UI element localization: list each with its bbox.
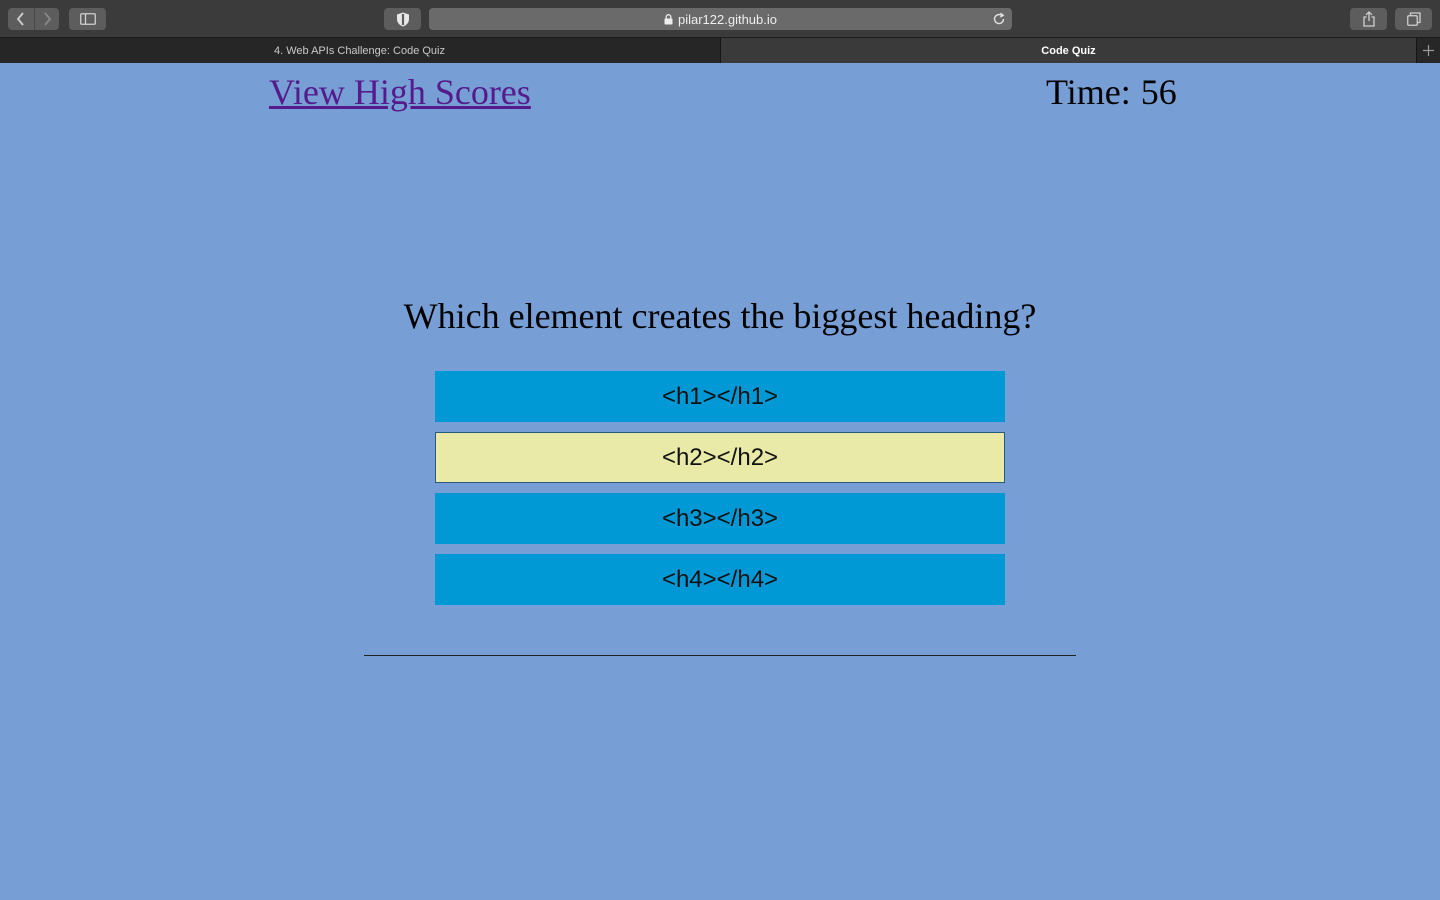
back-button[interactable] <box>8 8 34 30</box>
choice-button-3[interactable]: <h3></h3> <box>435 493 1005 544</box>
share-icon <box>1362 11 1375 27</box>
choice-button-1[interactable]: <h1></h1> <box>435 371 1005 422</box>
chevron-left-icon <box>16 12 24 26</box>
timer: Time: 56 <box>1046 71 1177 113</box>
choice-button-2[interactable]: <h2></h2> <box>435 432 1005 483</box>
tab-overview-icon <box>1406 12 1421 26</box>
lock-icon <box>664 13 673 24</box>
tab-web-apis-challenge[interactable]: 4. Web APIs Challenge: Code Quiz <box>0 38 719 63</box>
tab-label: Code Quiz <box>1041 44 1096 57</box>
timer-label: Time: <box>1046 72 1131 112</box>
share-button[interactable] <box>1350 8 1387 30</box>
tab-code-quiz[interactable]: Code Quiz <box>720 38 1416 63</box>
sidebar-icon <box>79 13 96 25</box>
quiz-page: View High Scores Time: 56 Which element c… <box>0 63 1440 900</box>
timer-value: 56 <box>1140 72 1177 112</box>
plus-icon <box>1423 45 1434 56</box>
sidebar-toggle-button[interactable] <box>69 8 106 30</box>
browser-toolbar: pilar122.github.io <box>0 0 1440 37</box>
forward-button[interactable] <box>34 8 59 30</box>
question-text: Which element creates the biggest headin… <box>403 296 1037 336</box>
tab-label: 4. Web APIs Challenge: Code Quiz <box>273 44 445 57</box>
choice-button-4[interactable]: <h4></h4> <box>435 554 1005 605</box>
tab-bar: 4. Web APIs Challenge: Code Quiz Code Qu… <box>0 37 1440 63</box>
reload-icon[interactable] <box>992 12 1006 26</box>
view-high-scores-link[interactable]: View High Scores <box>269 71 531 113</box>
tab-overview-button[interactable] <box>1395 8 1432 30</box>
address-bar[interactable]: pilar122.github.io <box>429 8 1012 30</box>
new-tab-button[interactable] <box>1416 38 1440 63</box>
privacy-report-button[interactable] <box>384 8 421 30</box>
chevron-right-icon <box>44 12 52 26</box>
divider <box>364 655 1076 656</box>
shield-icon <box>396 12 409 26</box>
url-text: pilar122.github.io <box>677 11 778 27</box>
